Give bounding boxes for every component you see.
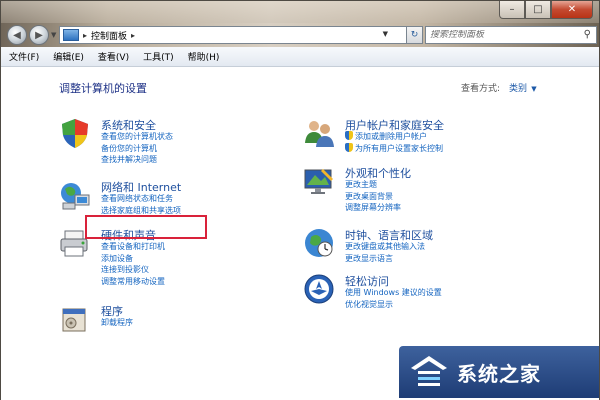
menu-help[interactable]: 帮助(H) xyxy=(188,50,220,63)
recent-pages-dropdown[interactable]: ▼ xyxy=(51,31,56,39)
arrow-left-icon: ◀ xyxy=(13,29,21,41)
menu-file[interactable]: 文件(F) xyxy=(9,50,39,63)
link-connect-projector[interactable]: 连接到投影仪 xyxy=(101,264,165,276)
ease-of-access-icon xyxy=(304,274,334,304)
refresh-button[interactable]: ↻ xyxy=(407,26,423,44)
link-parental-controls-label[interactable]: 为所有用户设置家长控制 xyxy=(355,144,443,153)
category-links: 更改主题 更改桌面背景 调整屏幕分辨率 xyxy=(345,179,401,214)
category-links: 查看设备和打印机 添加设备 连接到投影仪 调整常用移动设置 xyxy=(101,241,165,287)
clock-globe-icon xyxy=(305,229,333,257)
shield-flag-icon xyxy=(62,119,88,148)
arrow-right-icon: ▶ xyxy=(35,29,43,41)
link-view-computer-status[interactable]: 查看您的计算机状态 xyxy=(101,131,173,143)
menu-edit[interactable]: 编辑(E) xyxy=(53,50,84,63)
breadcrumb-separator[interactable]: ▸ xyxy=(83,31,87,40)
category-links: 添加或删除用户帐户 为所有用户设置家长控制 xyxy=(345,131,443,154)
display-icon xyxy=(304,169,333,194)
uac-shield-icon xyxy=(345,131,353,140)
programs-icon xyxy=(62,308,86,332)
uac-shield-icon xyxy=(345,142,353,152)
link-parental-controls[interactable]: 为所有用户设置家长控制 xyxy=(345,142,443,155)
forward-button[interactable]: ▶ xyxy=(29,25,49,45)
category-links: 卸载程序 xyxy=(101,317,133,329)
search-box[interactable]: ⚲ xyxy=(425,26,597,44)
address-bar[interactable]: ▸ 控制面板 ▸ ▼ xyxy=(59,26,407,44)
link-recommended-settings[interactable]: 使用 Windows 建议的设置 xyxy=(345,287,442,299)
menu-view[interactable]: 查看(V) xyxy=(98,50,129,63)
network-globe-icon xyxy=(61,183,90,210)
link-devices-printers[interactable]: 查看设备和打印机 xyxy=(101,241,165,253)
page-title: 调整计算机的设置 xyxy=(59,82,147,95)
view-by-value[interactable]: 类别 xyxy=(509,84,527,94)
link-network-status[interactable]: 查看网络状态和任务 xyxy=(101,193,181,205)
navigation-bar: ◀ ▶ ▼ ▸ 控制面板 ▸ ▼ ↻ ⚲ xyxy=(1,23,599,47)
link-troubleshoot[interactable]: 查找并解决问题 xyxy=(101,154,173,166)
menu-bar: 文件(F) 编辑(E) 查看(V) 工具(T) 帮助(H) xyxy=(1,47,599,67)
control-panel-window: – □ ✕ ◀ ▶ ▼ ▸ 控制面板 ▸ ▼ ↻ ⚲ 文件(F) 编辑(E) 查… xyxy=(0,0,600,400)
highlight-annotation xyxy=(85,215,207,239)
category-links: 更改键盘或其他输入法 更改显示语言 xyxy=(345,241,425,264)
watermark-logo-icon xyxy=(411,356,447,386)
link-screen-resolution[interactable]: 调整屏幕分辨率 xyxy=(345,202,401,214)
search-input[interactable] xyxy=(430,30,580,40)
link-keyboard-input[interactable]: 更改键盘或其他输入法 xyxy=(345,241,425,253)
maximize-button[interactable]: □ xyxy=(525,1,551,19)
link-change-background[interactable]: 更改桌面背景 xyxy=(345,191,401,203)
category-links: 使用 Windows 建议的设置 优化视觉显示 xyxy=(345,287,442,310)
control-panel-icon xyxy=(63,29,79,41)
minimize-button[interactable]: – xyxy=(499,1,525,19)
link-display-language[interactable]: 更改显示语言 xyxy=(345,253,425,265)
link-optimize-visual[interactable]: 优化视觉显示 xyxy=(345,299,442,311)
link-backup-computer[interactable]: 备份您的计算机 xyxy=(101,143,173,155)
back-button[interactable]: ◀ xyxy=(7,25,27,45)
title-bar: – □ ✕ xyxy=(1,1,599,23)
category-links: 查看网络状态和任务 选择家庭组和共享选项 xyxy=(101,193,181,216)
watermark-text: 系统之家 xyxy=(457,362,541,386)
address-dropdown[interactable]: ▼ xyxy=(383,30,388,38)
link-add-remove-accounts[interactable]: 添加或删除用户帐户 xyxy=(345,131,443,143)
link-change-theme[interactable]: 更改主题 xyxy=(345,179,401,191)
view-by-dropdown[interactable]: 类别 ▼ xyxy=(509,81,537,94)
link-add-remove-accounts-label[interactable]: 添加或删除用户帐户 xyxy=(355,132,427,141)
view-by-label: 查看方式: xyxy=(461,84,501,94)
breadcrumb-separator-end[interactable]: ▸ xyxy=(131,31,135,40)
chevron-down-icon: ▼ xyxy=(529,85,537,93)
site-watermark: 系统之家 xyxy=(399,346,599,398)
breadcrumb-control-panel[interactable]: 控制面板 xyxy=(91,29,127,42)
search-icon[interactable]: ⚲ xyxy=(584,29,591,40)
users-icon xyxy=(305,121,334,147)
link-uninstall-program[interactable]: 卸载程序 xyxy=(101,317,133,329)
menu-tools[interactable]: 工具(T) xyxy=(143,50,174,63)
caption-buttons: – □ ✕ xyxy=(499,1,593,19)
close-button[interactable]: ✕ xyxy=(551,1,593,19)
category-links: 查看您的计算机状态 备份您的计算机 查找并解决问题 xyxy=(101,131,173,166)
link-mobility-settings[interactable]: 调整常用移动设置 xyxy=(101,276,165,288)
link-add-device[interactable]: 添加设备 xyxy=(101,253,165,265)
refresh-icon: ↻ xyxy=(410,30,419,40)
